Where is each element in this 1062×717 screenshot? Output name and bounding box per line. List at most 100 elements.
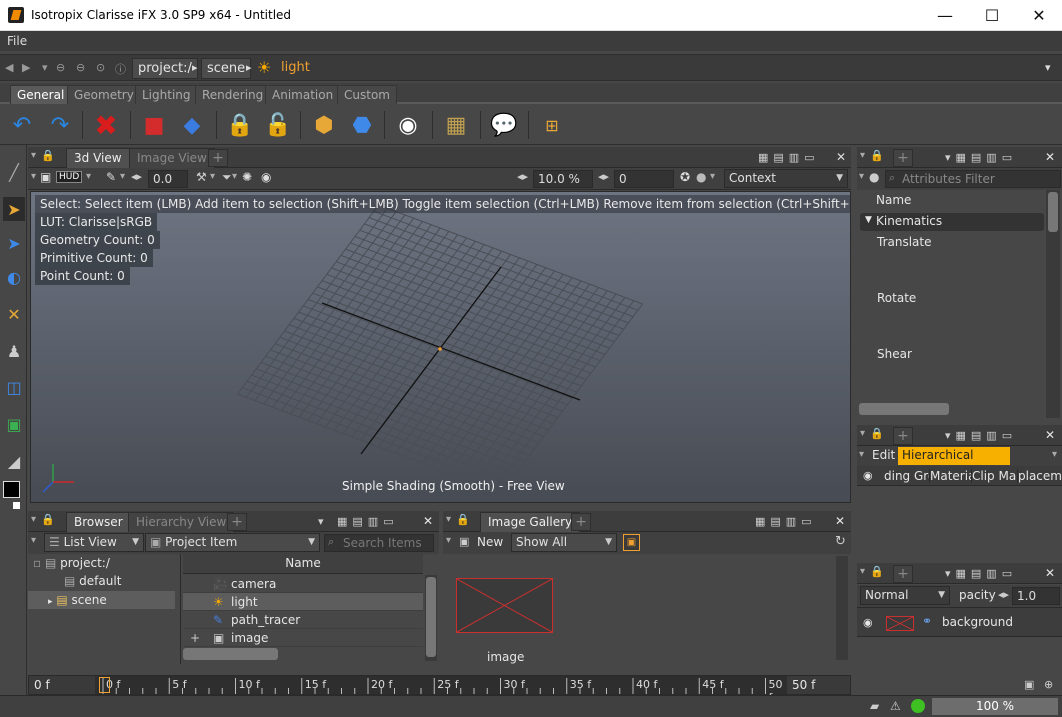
- hier-display-dropdown-icon[interactable]: ▾: [1052, 449, 1057, 460]
- list-view-dropdown[interactable]: ☰ List View ▼: [44, 533, 144, 552]
- attr-add-tab-button[interactable]: +: [893, 149, 913, 167]
- gallery-close-icon[interactable]: ✕: [835, 514, 845, 528]
- lock-icon[interactable]: 🔒: [224, 109, 256, 141]
- panel-menu-icon[interactable]: ▾: [31, 150, 36, 161]
- shading-dropdown-icon[interactable]: ▾: [710, 171, 715, 182]
- shield-icon[interactable]: ⬣: [346, 109, 378, 141]
- layer-row[interactable]: ◉ ⚭ background: [857, 607, 1062, 637]
- select-icon[interactable]: ➤: [3, 197, 25, 221]
- browser-menu-icon[interactable]: ▾: [31, 514, 36, 525]
- tab-rendering[interactable]: Rendering: [195, 85, 271, 104]
- hier-layout-icons[interactable]: ▾▦▤▥▭: [945, 429, 1017, 442]
- gallery-thumbnail[interactable]: [456, 578, 553, 633]
- cube-icon[interactable]: ⬢: [308, 109, 340, 141]
- comment-icon[interactable]: 💬: [488, 109, 520, 141]
- camera-view-icon[interactable]: ▣: [40, 170, 51, 184]
- unlock-icon[interactable]: 🔓: [262, 109, 294, 141]
- attr-filter-dropdown-icon[interactable]: ▾: [859, 171, 864, 182]
- up-icon[interactable]: ⊖: [56, 61, 65, 74]
- attr-scrollbar[interactable]: [1046, 190, 1060, 418]
- gallery-lock-icon[interactable]: 🔒: [456, 513, 470, 526]
- hier-menu-icon[interactable]: ▾: [860, 428, 865, 439]
- layer-visibility-icon[interactable]: ◉: [863, 616, 873, 629]
- camera-tool-icon[interactable]: ◫: [3, 375, 25, 399]
- tab-lighting[interactable]: Lighting: [135, 85, 198, 104]
- list-item[interactable]: 🎥 camera: [183, 575, 423, 593]
- archive-icon[interactable]: ▦: [440, 109, 472, 141]
- parent-icon[interactable]: ⊖: [76, 61, 85, 74]
- filter-icon[interactable]: ⏷: [222, 170, 232, 185]
- tab-browser[interactable]: Browser: [66, 512, 131, 532]
- layers-menu-icon[interactable]: ▾: [860, 566, 865, 577]
- panel-close-icon[interactable]: ✕: [836, 150, 846, 164]
- eraser-icon[interactable]: ◢: [3, 449, 25, 473]
- timeline-cursor[interactable]: [99, 677, 110, 693]
- attr-menu-icon[interactable]: ▾: [860, 150, 865, 161]
- shading-ball-icon[interactable]: ●: [696, 170, 706, 184]
- layers-close-icon[interactable]: ✕: [1045, 566, 1055, 580]
- gallery-add-tab-button[interactable]: +: [571, 513, 591, 531]
- tree-project[interactable]: ▫ ▤ project:/: [33, 554, 110, 572]
- hier-add-tab-button[interactable]: +: [893, 427, 913, 445]
- hier-display-button[interactable]: Hierarchical Display: [898, 447, 1010, 479]
- attributes-filter-input[interactable]: Attributes Filter: [885, 170, 1061, 188]
- address-dropdown-icon[interactable]: ▾: [1045, 61, 1051, 74]
- scale-icon[interactable]: ✕: [3, 302, 25, 326]
- gallery-dropdown-icon[interactable]: ▾: [446, 535, 451, 546]
- hud-dropdown-icon[interactable]: ▾: [86, 171, 91, 182]
- close-button[interactable]: ✕: [1016, 0, 1062, 31]
- col-clip-map[interactable]: Clip Map: [972, 469, 1018, 483]
- tab-image-view[interactable]: Image View: [129, 148, 215, 168]
- timeline-end[interactable]: 50 f: [792, 678, 815, 692]
- attr-lock-icon[interactable]: 🔒: [870, 149, 884, 162]
- search-items-input[interactable]: Search Items: [324, 534, 434, 552]
- info-icon[interactable]: ⓘ: [115, 61, 126, 77]
- menu-file[interactable]: File: [7, 34, 27, 48]
- layout-icons[interactable]: ▦▤▥▭: [758, 151, 820, 164]
- delete-icon[interactable]: ✖: [90, 109, 122, 142]
- maximize-button[interactable]: ☐: [969, 0, 1015, 31]
- opacity-field[interactable]: 1.0: [1012, 587, 1060, 605]
- browser-close-icon[interactable]: ✕: [423, 514, 433, 528]
- redo-icon[interactable]: ↷: [44, 109, 76, 141]
- group-icon[interactable]: ■: [138, 109, 170, 141]
- dependency-graph-icon[interactable]: ⊞: [536, 109, 568, 141]
- crumb-light[interactable]: light: [276, 58, 315, 79]
- hud-toggle[interactable]: HUD: [56, 171, 83, 183]
- forward-icon[interactable]: ▶: [22, 61, 30, 74]
- refresh-icon[interactable]: ↻: [835, 534, 846, 549]
- hier-edit-button[interactable]: Edit: [872, 448, 895, 462]
- tree-default[interactable]: ▤ default: [64, 572, 121, 590]
- tab-custom[interactable]: Custom: [337, 85, 397, 104]
- gallery-scrollbar[interactable]: [836, 556, 848, 660]
- col-displacement[interactable]: placem: [1018, 469, 1062, 483]
- history-dropdown-icon[interactable]: ▾: [42, 61, 48, 74]
- gallery-view-icon[interactable]: ▣: [623, 534, 640, 551]
- panel-lock-icon[interactable]: 🔒: [41, 149, 55, 162]
- status-mini-icon-1[interactable]: ▣: [1024, 678, 1034, 691]
- tools-icon[interactable]: ⚒: [196, 170, 207, 184]
- camera-value-field[interactable]: 0.0: [148, 170, 188, 188]
- ungroup-icon[interactable]: ◆: [176, 109, 208, 141]
- name-column-header[interactable]: Name: [183, 554, 423, 574]
- hier-lock-icon[interactable]: 🔒: [870, 427, 884, 440]
- tree-scene[interactable]: ▸ ▤ scene: [48, 591, 107, 609]
- list-item-selected[interactable]: ☀ light: [183, 593, 423, 611]
- browser-layout-icons[interactable]: ▾ ▦▤▥▭: [318, 515, 399, 528]
- layers-lock-icon[interactable]: 🔒: [870, 565, 884, 578]
- attr-close-icon[interactable]: ✕: [1045, 150, 1055, 164]
- new-button[interactable]: New: [477, 535, 503, 549]
- 3d-viewport[interactable]: Select: Select item (LMB) Add item to se…: [30, 191, 851, 503]
- sync-icon[interactable]: ⊙: [96, 61, 105, 74]
- opacity-spin-icon[interactable]: ◂▸: [998, 588, 1009, 601]
- render-icon[interactable]: ✪: [680, 170, 690, 184]
- layers-add-tab-button[interactable]: +: [893, 565, 913, 583]
- timeline[interactable]: 0 f 0 f5 f 10 f 15 f 20 f 25 f 30 f 35 f 40 f 45…: [28, 675, 851, 704]
- attr-layout-icons[interactable]: ▾▦▤▥▭: [945, 151, 1017, 164]
- snap-icon[interactable]: ✺: [242, 170, 252, 184]
- zoom-spin-icon[interactable]: ◂▸: [517, 170, 528, 183]
- warning-icon[interactable]: ⚠: [890, 699, 901, 713]
- tab-general[interactable]: General: [10, 85, 72, 104]
- tab-geometry[interactable]: Geometry: [67, 85, 141, 104]
- add-tab-button[interactable]: +: [208, 149, 228, 167]
